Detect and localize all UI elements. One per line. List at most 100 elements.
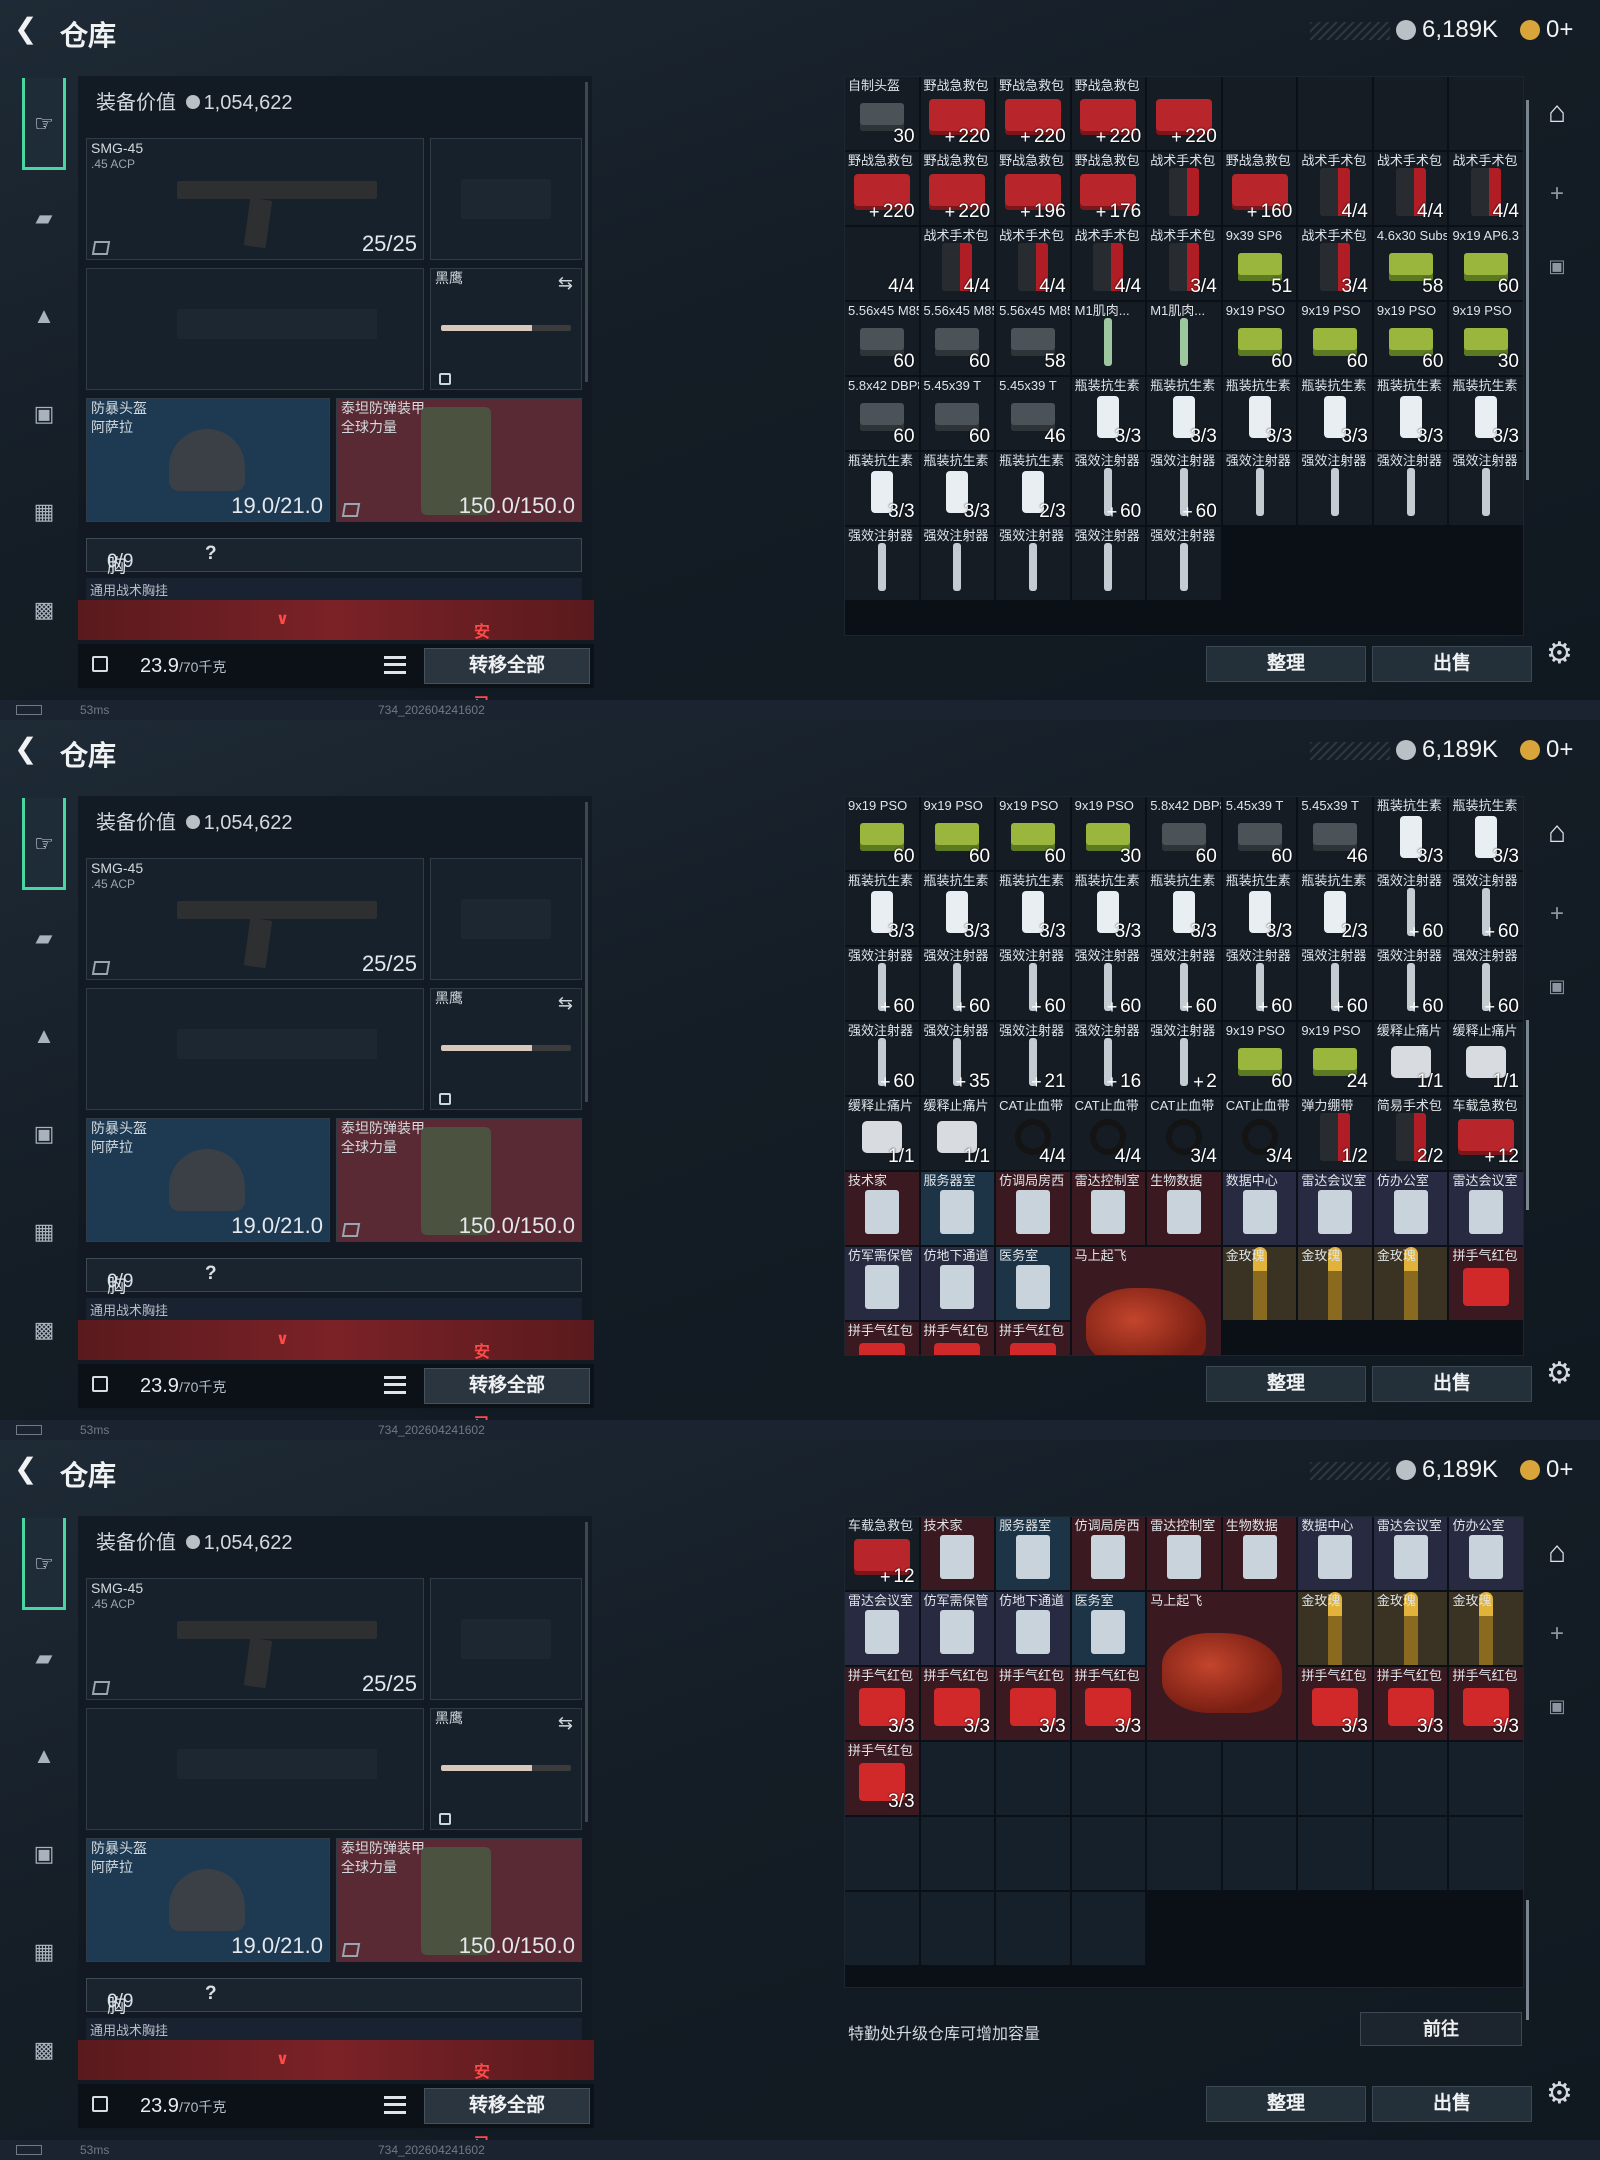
inventory-item[interactable]: 瓶装抗生素 3/3 [845,872,919,945]
backpack-tab-icon[interactable]: ▣ [22,1832,66,1876]
armor-slot[interactable]: 泰坦防弹装甲 全球力量 150.0/150.0 [336,398,582,522]
inventory-item[interactable]: 9x39 SP6 51 [1222,227,1297,300]
inventory-item[interactable]: 服务器室 [920,1172,995,1245]
empty-slot[interactable] [1298,1742,1372,1815]
inventory-item[interactable]: 技术家 [920,1517,995,1590]
sell-button[interactable]: 出售 [1372,1366,1532,1402]
secondary-weapon-slot[interactable] [430,858,582,980]
equipment-scrollbar[interactable] [585,82,588,382]
inventory-item[interactable]: M1肌肉... [1071,302,1146,375]
inventory-item[interactable]: 瓶装抗生素 3/3 [1373,377,1448,450]
inventory-item[interactable]: 瓶装抗生素 3/3 [1449,797,1523,870]
inventory-item[interactable]: 瓶装抗生素 3/3 [920,872,995,945]
inventory-item[interactable]: 拼手气红包 [920,1322,995,1355]
inventory-item[interactable] [1298,77,1372,150]
lock-icon[interactable]: ▣ [1528,976,1586,997]
inventory-item[interactable]: 仿办公室 [1373,1172,1448,1245]
empty-slot[interactable] [1373,1817,1448,1890]
inventory-item[interactable]: 野战急救包 196 + [996,152,1070,225]
inventory-item[interactable]: 拼手气红包 3/3 [845,1742,919,1815]
lock-icon[interactable]: ▣ [1528,256,1586,277]
swap-icon[interactable]: ⇆ [558,273,573,294]
vest-tab-icon[interactable]: ▰ [22,916,66,960]
inventory-item[interactable]: 雷达会议室 [845,1592,919,1665]
inventory-item[interactable]: 雷达会议室 [1373,1517,1448,1590]
inventory-item[interactable]: 自制头盔 30 [845,77,919,150]
inventory-item[interactable]: 马上起飞 [1147,1592,1297,1740]
empty-slot[interactable] [845,1817,919,1890]
swap-icon[interactable]: ⇆ [558,1713,573,1734]
inventory-item[interactable]: 雷达控制室 [1147,1517,1221,1590]
inventory-item[interactable]: 战术手术包 4/4 [1071,227,1146,300]
empty-slot[interactable] [920,1892,995,1965]
briefcase-tab-icon[interactable]: ▩ [22,2028,66,2072]
inventory-item[interactable]: 强效注射器 [920,527,995,600]
inventory-item[interactable]: 战术手术包 4/4 [920,227,995,300]
primary-weapon-slot[interactable]: SMG-45 .45 ACP 25/25 [86,858,424,980]
melee-slot[interactable]: 黑鹰 ⇆ [430,1708,582,1830]
inventory-item[interactable]: 瓶装抗生素 2/3 [996,452,1070,525]
transfer-all-button[interactable]: 转移全部 [424,2088,590,2124]
inventory-item[interactable]: 瓶装抗生素 3/3 [1222,377,1297,450]
empty-slot[interactable] [845,1892,919,1965]
secondary-primary-slot[interactable] [86,1708,424,1830]
inventory-item[interactable]: 生物数据 [1147,1172,1221,1245]
inventory-item[interactable]: 5.45x39 T 46 [996,377,1070,450]
inventory-item[interactable]: 强效注射器 60 + [1373,947,1448,1020]
sort-button[interactable]: 整理 [1206,646,1366,682]
inventory-item[interactable]: 拼手气红包 [1449,1247,1523,1320]
add-icon[interactable]: + [1528,900,1586,928]
inventory-item[interactable]: 9x19 PSO 60 [996,797,1070,870]
grid-scrollbar[interactable] [1526,100,1529,480]
empty-slot[interactable] [996,1742,1070,1815]
inventory-item[interactable]: 缓释止痛片 1/1 [920,1097,995,1170]
inventory-item[interactable]: 拼手气红包 3/3 [1071,1667,1146,1740]
inventory-item[interactable]: 弹力绷带 1/2 [1298,1097,1372,1170]
inventory-item[interactable]: 数据中心 [1298,1517,1372,1590]
armor-slot[interactable]: 泰坦防弹装甲 全球力量 150.0/150.0 [336,1838,582,1962]
inventory-item[interactable]: 瓶装抗生素 3/3 [1071,377,1146,450]
inventory-item[interactable]: 强效注射器 60 + [1373,872,1448,945]
inventory-item[interactable]: 4.6x30 Subsonic 58 [1373,227,1448,300]
case-tab-icon[interactable]: ▦ [22,490,66,534]
help-icon[interactable]: ? [205,543,217,565]
inventory-item[interactable]: 野战急救包 160 + [1222,152,1297,225]
inventory-item[interactable]: 拼手气红包 [845,1322,919,1355]
inventory-item[interactable]: 金玫瑰 [1298,1592,1372,1665]
empty-slot[interactable] [1071,1817,1146,1890]
inventory-item[interactable]: 战术手术包 3/4 [1147,227,1221,300]
inventory-item[interactable]: 仿军需保管 [920,1592,995,1665]
inventory-item[interactable]: 强效注射器 60 + [1147,947,1221,1020]
inventory-item[interactable]: 拼手气红包 3/3 [845,1667,919,1740]
inventory-item[interactable]: 马上起飞 [1071,1247,1221,1355]
inventory-item[interactable]: 强效注射器 60 + [845,947,919,1020]
inventory-item[interactable]: 数据中心 [1222,1172,1297,1245]
inventory-item[interactable]: 瓶装抗生素 3/3 [996,872,1070,945]
inventory-item[interactable]: 野战急救包 220 + [845,152,919,225]
inventory-item[interactable]: CAT止血带 4/4 [1071,1097,1146,1170]
inventory-item[interactable]: 战术手术包 4/4 [1298,152,1372,225]
briefcase-tab-icon[interactable]: ▩ [22,1308,66,1352]
weapon-tab-icon[interactable]: ☞ [22,798,66,890]
back-icon[interactable]: ❮ [14,1454,44,1484]
list-icon[interactable] [384,1376,406,1394]
help-icon[interactable]: ? [205,1983,217,2005]
empty-slot[interactable] [996,1817,1070,1890]
vest-tab-icon[interactable]: ▰ [22,196,66,240]
empty-slot[interactable] [1222,1817,1297,1890]
melee-slot[interactable]: 黑鹰 ⇆ [430,268,582,390]
inventory-item[interactable]: 缓释止痛片 1/1 [845,1097,919,1170]
empty-slot[interactable] [1222,1742,1297,1815]
inventory-item[interactable]: 车载急救包 12 + [845,1517,919,1590]
inventory-item[interactable]: 缓释止痛片 1/1 [1373,1022,1448,1095]
primary-weapon-slot[interactable]: SMG-45 .45 ACP 25/25 [86,138,424,260]
weapon-tab-icon[interactable]: ☞ [22,78,66,170]
inventory-item[interactable]: 9x19 PSO 24 [1298,1022,1372,1095]
inventory-item[interactable]: 野战急救包 176 + [1071,152,1146,225]
inventory-item[interactable]: 野战急救包 220 + [920,152,995,225]
settings-gear-icon[interactable]: ⚙ [1546,636,1573,671]
inventory-item[interactable]: 雷达控制室 [1071,1172,1146,1245]
inventory-item[interactable]: 强效注射器 60 + [1071,452,1146,525]
inventory-item[interactable]: 金玫瑰 [1373,1247,1448,1320]
inventory-item[interactable]: 瓶装抗生素 3/3 [1373,797,1448,870]
